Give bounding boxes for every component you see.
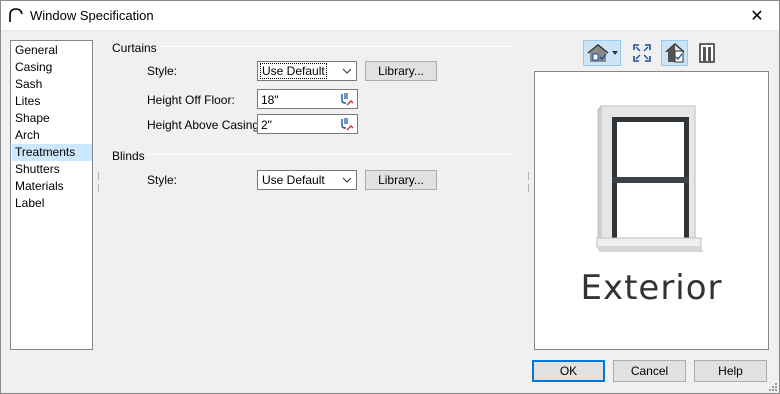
height-above-casing-input[interactable]: 2" [257,114,358,134]
curtains-style-label: Style: [147,64,178,78]
sidebar-item-sash[interactable]: Sash [12,76,92,93]
exterior-view-toggle-icon [665,42,684,63]
right-splitter[interactable] [527,172,530,192]
calculator-icon[interactable] [338,91,354,107]
sidebar-item-general[interactable]: General [12,42,92,59]
curtains-style-value: Use Default [260,63,327,79]
help-button[interactable]: Help [694,360,767,382]
title-bar: Window Specification ✕ [0,0,780,31]
close-button[interactable]: ✕ [734,0,780,31]
blinds-divider [146,154,515,155]
sidebar-item-arch[interactable]: Arch [12,127,92,144]
sidebar-item-casing[interactable]: Casing [12,59,92,76]
interior-view-button[interactable] [694,40,720,66]
sidebar-item-label[interactable]: Label [12,195,92,212]
curtains-divider [160,46,515,47]
preview-label: Exterior [580,268,723,308]
height-above-casing-label: Height Above Casing: [147,118,263,132]
curtains-group-title: Curtains [112,41,157,55]
curtains-style-select[interactable]: Use Default [257,61,357,81]
house-view-dropdown-button[interactable] [583,40,621,66]
curtains-library-button[interactable]: Library... [365,61,437,81]
blinds-style-select[interactable]: Use Default [257,170,357,190]
exterior-view-toggle-button[interactable] [661,40,688,66]
chevron-down-icon [342,177,352,183]
cancel-button[interactable]: Cancel [613,360,686,382]
height-off-floor-value: 18" [261,93,279,107]
close-icon: ✕ [750,7,764,25]
height-off-floor-input[interactable]: 18" [257,89,358,109]
sidebar-item-shutters[interactable]: Shutters [12,161,92,178]
window-preview: Exterior [534,71,769,350]
interior-view-icon [699,43,715,63]
window-arch-icon [9,8,23,22]
height-above-casing-value: 2" [261,118,272,132]
blinds-style-label: Style: [147,173,178,187]
height-off-floor-label: Height Off Floor: [147,93,235,107]
blinds-style-value: Use Default [262,173,325,187]
window-title: Window Specification [30,8,154,23]
left-splitter[interactable] [97,172,100,192]
calculator-icon[interactable] [338,116,354,132]
fit-to-view-icon [633,44,651,62]
blinds-library-button[interactable]: Library... [365,170,437,190]
resize-grip-icon[interactable] [768,382,778,392]
blinds-group-title: Blinds [112,149,145,163]
ok-button[interactable]: OK [532,360,605,382]
category-list[interactable]: General Casing Sash Lites Shape Arch Tre… [10,40,93,350]
house-view-dropdown-icon [587,44,618,62]
sidebar-item-shape[interactable]: Shape [12,110,92,127]
sidebar-item-treatments[interactable]: Treatments [12,144,92,161]
fit-to-view-button[interactable] [629,40,655,66]
sidebar-item-lites[interactable]: Lites [12,93,92,110]
chevron-down-icon [342,68,352,74]
window-preview-image [596,105,703,252]
sidebar-item-materials[interactable]: Materials [12,178,92,195]
